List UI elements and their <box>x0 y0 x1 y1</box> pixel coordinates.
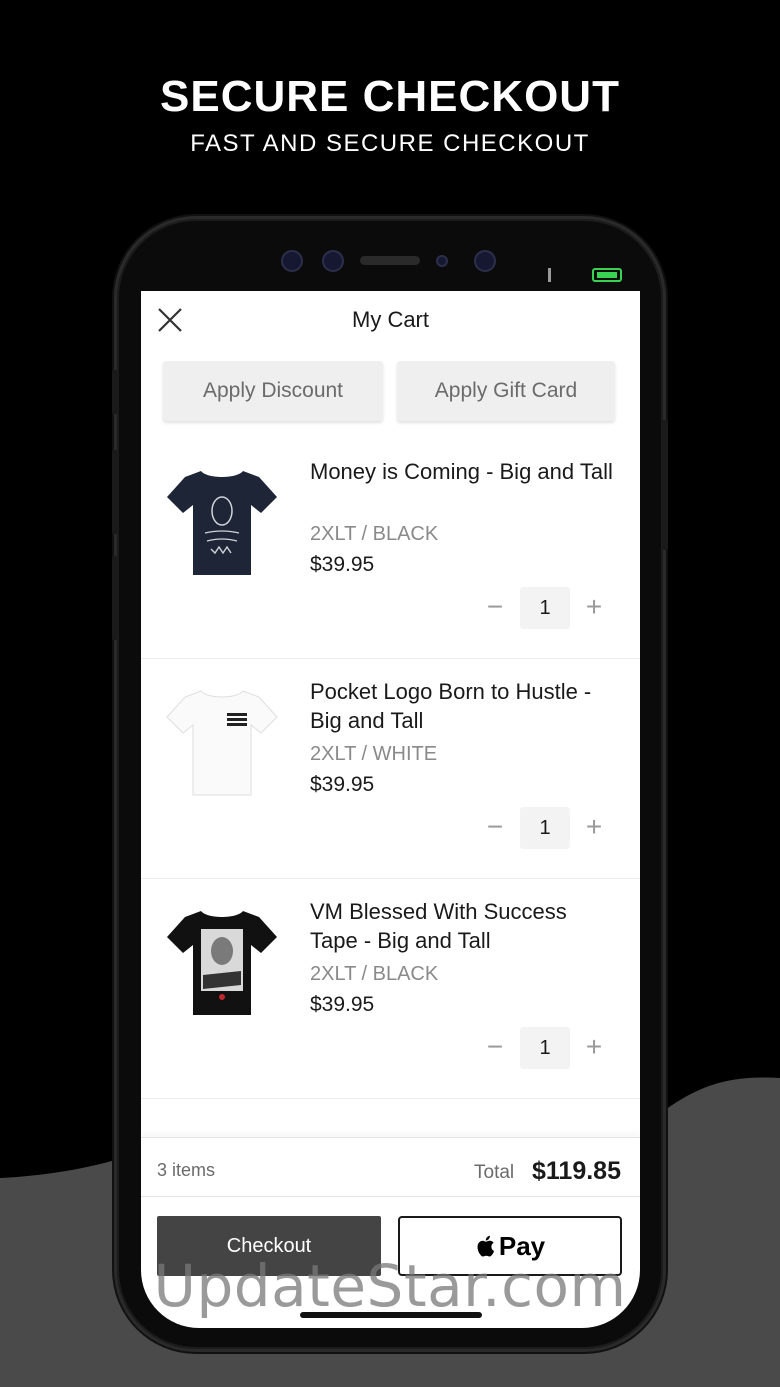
battery-icon <box>592 268 622 282</box>
product-name[interactable]: Pocket Logo Born to Hustle - Big and Tal… <box>310 677 620 735</box>
camera-lens-icon <box>474 250 496 272</box>
product-variant: 2XLT / BLACK <box>310 963 439 985</box>
product-name[interactable]: VM Blessed With Success Tape - Big and T… <box>310 897 620 955</box>
product-image[interactable] <box>163 681 281 803</box>
apply-discount-button[interactable]: Apply Discount <box>163 361 383 421</box>
quantity-value[interactable]: 1 <box>520 587 570 629</box>
quantity-value[interactable]: 1 <box>520 807 570 849</box>
decrease-quantity-button[interactable]: − <box>480 813 510 843</box>
cart-screen: My Cart Apply Discount Apply Gift Card M… <box>141 291 640 1328</box>
cart-item: Pocket Logo Born to Hustle - Big and Tal… <box>141 659 640 879</box>
product-variant: 2XLT / WHITE <box>310 743 438 765</box>
sensor-icon <box>322 250 344 272</box>
increase-quantity-button[interactable]: + <box>579 593 609 623</box>
product-variant: 2XLT / BLACK <box>310 523 439 545</box>
front-camera-icon <box>281 250 303 272</box>
decrease-quantity-button[interactable]: − <box>480 1033 510 1063</box>
total-label: Total <box>474 1162 515 1183</box>
earpiece-speaker <box>360 256 420 265</box>
promo-headline: SECURE CHECKOUT <box>160 72 620 121</box>
cart-summary: 3 items Total $119.85 <box>141 1137 640 1197</box>
proximity-sensor-icon <box>436 255 448 267</box>
promo-subheadline: FAST AND SECURE CHECKOUT <box>190 130 590 157</box>
apply-gift-card-button[interactable]: Apply Gift Card <box>397 361 615 421</box>
increase-quantity-button[interactable]: + <box>579 1033 609 1063</box>
cart-item: VM Blessed With Success Tape - Big and T… <box>141 879 640 1099</box>
phone-volume-down-button <box>112 556 118 640</box>
product-price: $39.95 <box>310 773 375 796</box>
phone-power-button <box>662 420 668 550</box>
product-price: $39.95 <box>310 553 375 576</box>
cart-item: Money is Coming - Big and Tall 2XLT / BL… <box>141 439 640 659</box>
watermark: UpdateStar.com <box>153 1252 627 1320</box>
decrease-quantity-button[interactable]: − <box>480 593 510 623</box>
increase-quantity-button[interactable]: + <box>579 813 609 843</box>
signal-icon <box>548 268 551 282</box>
phone-side-button <box>112 370 118 414</box>
product-price: $39.95 <box>310 993 375 1016</box>
product-name[interactable]: Money is Coming - Big and Tall <box>310 457 620 486</box>
items-count: 3 items <box>157 1160 216 1180</box>
product-image[interactable] <box>163 461 281 583</box>
quantity-value[interactable]: 1 <box>520 1027 570 1069</box>
phone-volume-up-button <box>112 450 118 534</box>
product-image[interactable] <box>163 901 281 1023</box>
page-title: My Cart <box>352 307 429 332</box>
total-value: $119.85 <box>532 1157 621 1185</box>
